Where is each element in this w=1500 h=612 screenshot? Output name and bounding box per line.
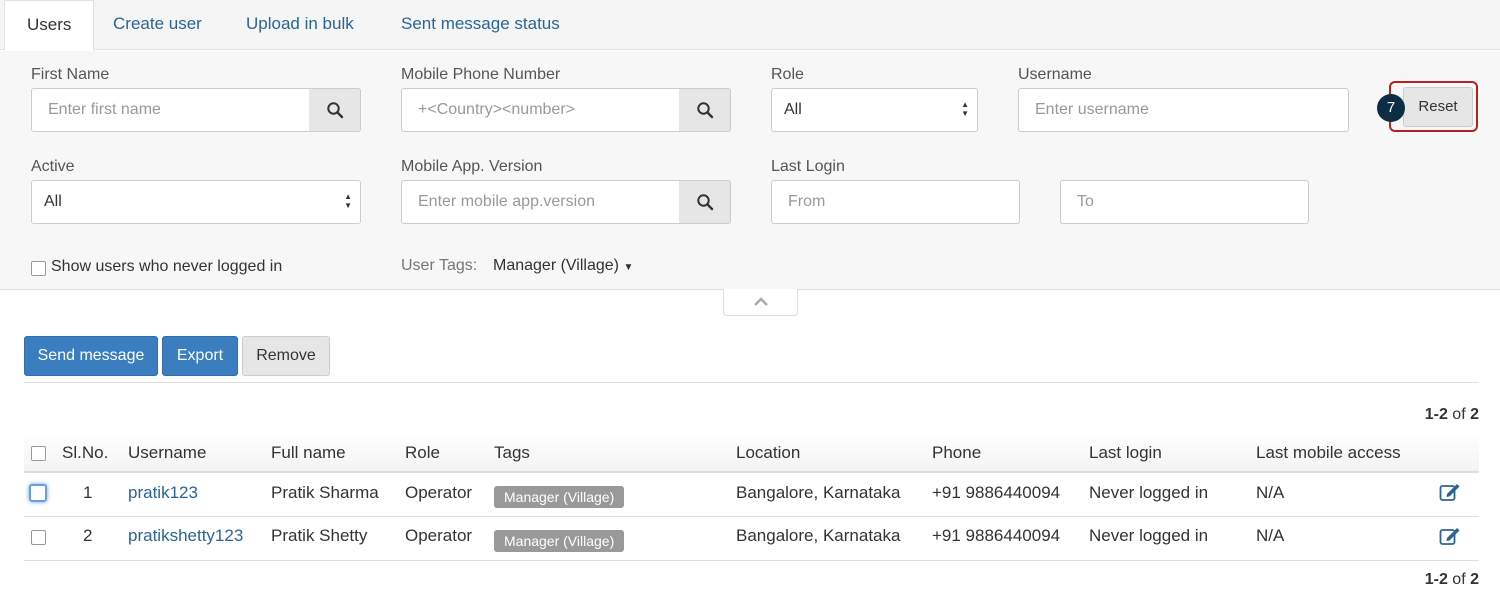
filter-panel xyxy=(0,51,1500,290)
pagination-bottom: 1-2 of 2 xyxy=(1425,571,1479,589)
pagination-range: 1-2 xyxy=(1424,406,1448,423)
user-tags-label: User Tags: xyxy=(401,257,478,274)
tab-upload-in-bulk[interactable]: Upload in bulk xyxy=(224,0,376,50)
edit-icon[interactable] xyxy=(1439,526,1461,551)
search-icon xyxy=(696,194,713,211)
row-checkbox[interactable] xyxy=(29,484,47,502)
pagination-range: 1-2 xyxy=(1424,571,1448,588)
select-arrows-icon: ▲ ▼ xyxy=(344,192,352,210)
role-label: Role xyxy=(771,66,804,83)
row-last-login: Never logged in xyxy=(1089,483,1209,502)
search-icon xyxy=(696,102,713,119)
column-header-phone[interactable]: Phone xyxy=(932,443,981,463)
search-icon xyxy=(326,102,343,119)
username-input[interactable]: Enter username xyxy=(1018,88,1349,132)
caret-down-icon: ▼ xyxy=(623,262,634,273)
row-phone: +91 9886440094 xyxy=(932,526,1061,545)
first-name-search-button[interactable] xyxy=(309,88,361,132)
row-divider xyxy=(24,560,1479,561)
row-divider xyxy=(24,516,1479,517)
row-role: Operator xyxy=(405,483,473,502)
row-tag-badge: Manager (Village) xyxy=(494,486,625,508)
step-badge: 7 xyxy=(1377,94,1405,122)
pagination-of: of xyxy=(1452,571,1466,588)
active-select[interactable]: All ▲ ▼ xyxy=(31,180,361,224)
remove-button[interactable]: Remove xyxy=(242,336,330,376)
row-full-name: Pratik Shetty xyxy=(271,526,368,545)
column-header-location[interactable]: Location xyxy=(736,443,800,463)
active-select-value: All xyxy=(44,193,62,210)
row-slno: 2 xyxy=(83,526,93,545)
never-logged-checkbox[interactable] xyxy=(31,261,46,276)
row-phone: +91 9886440094 xyxy=(932,483,1061,502)
row-tag-badge: Manager (Village) xyxy=(494,530,625,552)
pagination-total: 2 xyxy=(1470,406,1479,423)
column-header-tags: Tags xyxy=(494,443,530,462)
first-name-input[interactable]: Enter first name xyxy=(31,88,310,132)
row-slno: 1 xyxy=(83,483,93,502)
row-checkbox[interactable] xyxy=(31,530,46,545)
tab-create-user[interactable]: Create user xyxy=(91,0,224,50)
reset-button[interactable]: Reset xyxy=(1403,87,1473,127)
tab-users[interactable]: Users xyxy=(4,0,95,51)
select-arrows-icon: ▲ ▼ xyxy=(961,100,969,118)
last-login-to-input[interactable]: To xyxy=(1060,180,1309,224)
never-logged-label: Show users who never logged in xyxy=(51,258,283,275)
app-version-search-button[interactable] xyxy=(679,180,731,224)
user-tags-value: Manager (Village) xyxy=(493,257,619,274)
last-login-from-input[interactable]: From xyxy=(771,180,1020,224)
row-role: Operator xyxy=(405,526,473,545)
edit-icon[interactable] xyxy=(1439,482,1461,507)
role-select-value: All xyxy=(784,101,802,118)
pagination-total: 2 xyxy=(1470,571,1479,588)
user-tags-dropdown[interactable]: Manager (Village) ▼ xyxy=(493,257,633,275)
column-header-full-name[interactable]: Full name xyxy=(271,443,346,463)
chevron-up-icon xyxy=(753,297,768,306)
role-select[interactable]: All ▲ ▼ xyxy=(771,88,978,132)
mobile-phone-search-button[interactable] xyxy=(679,88,731,132)
column-header-last-mobile-access[interactable]: Last mobile access xyxy=(1256,443,1401,463)
column-header-role[interactable]: Role xyxy=(405,443,440,463)
pagination-top: 1-2 of 2 xyxy=(1425,406,1479,424)
tab-sent-message-status[interactable]: Sent message status xyxy=(379,0,582,50)
column-header-slno: Sl.No. xyxy=(62,443,109,462)
username-label: Username xyxy=(1018,66,1092,83)
app-version-label: Mobile App. Version xyxy=(401,158,543,175)
pagination-of: of xyxy=(1452,406,1466,423)
row-last-login: Never logged in xyxy=(1089,526,1209,545)
column-header-last-login[interactable]: Last login xyxy=(1089,443,1162,463)
send-message-button[interactable]: Send message xyxy=(24,336,158,376)
first-name-label: First Name xyxy=(31,66,110,83)
row-username-link[interactable]: pratik123 xyxy=(128,483,198,503)
column-header-username[interactable]: Username xyxy=(128,443,206,463)
row-last-mobile-access: N/A xyxy=(1256,483,1285,502)
divider xyxy=(24,382,1479,383)
tab-bar: Users Create user Upload in bulk Sent me… xyxy=(0,0,1500,51)
row-location: Bangalore, Karnataka xyxy=(736,526,901,545)
export-button[interactable]: Export xyxy=(162,336,238,376)
collapse-filters-button[interactable] xyxy=(723,289,798,316)
row-last-mobile-access: N/A xyxy=(1256,526,1285,545)
app-version-input[interactable]: Enter mobile app.version xyxy=(401,180,680,224)
select-all-checkbox[interactable] xyxy=(31,446,46,461)
mobile-phone-input[interactable]: +<Country><number> xyxy=(401,88,680,132)
mobile-phone-label: Mobile Phone Number xyxy=(401,66,561,83)
row-location: Bangalore, Karnataka xyxy=(736,483,901,502)
row-full-name: Pratik Sharma xyxy=(271,483,379,502)
row-username-link[interactable]: pratikshetty123 xyxy=(128,526,243,546)
active-label: Active xyxy=(31,158,75,175)
last-login-label: Last Login xyxy=(771,158,845,175)
